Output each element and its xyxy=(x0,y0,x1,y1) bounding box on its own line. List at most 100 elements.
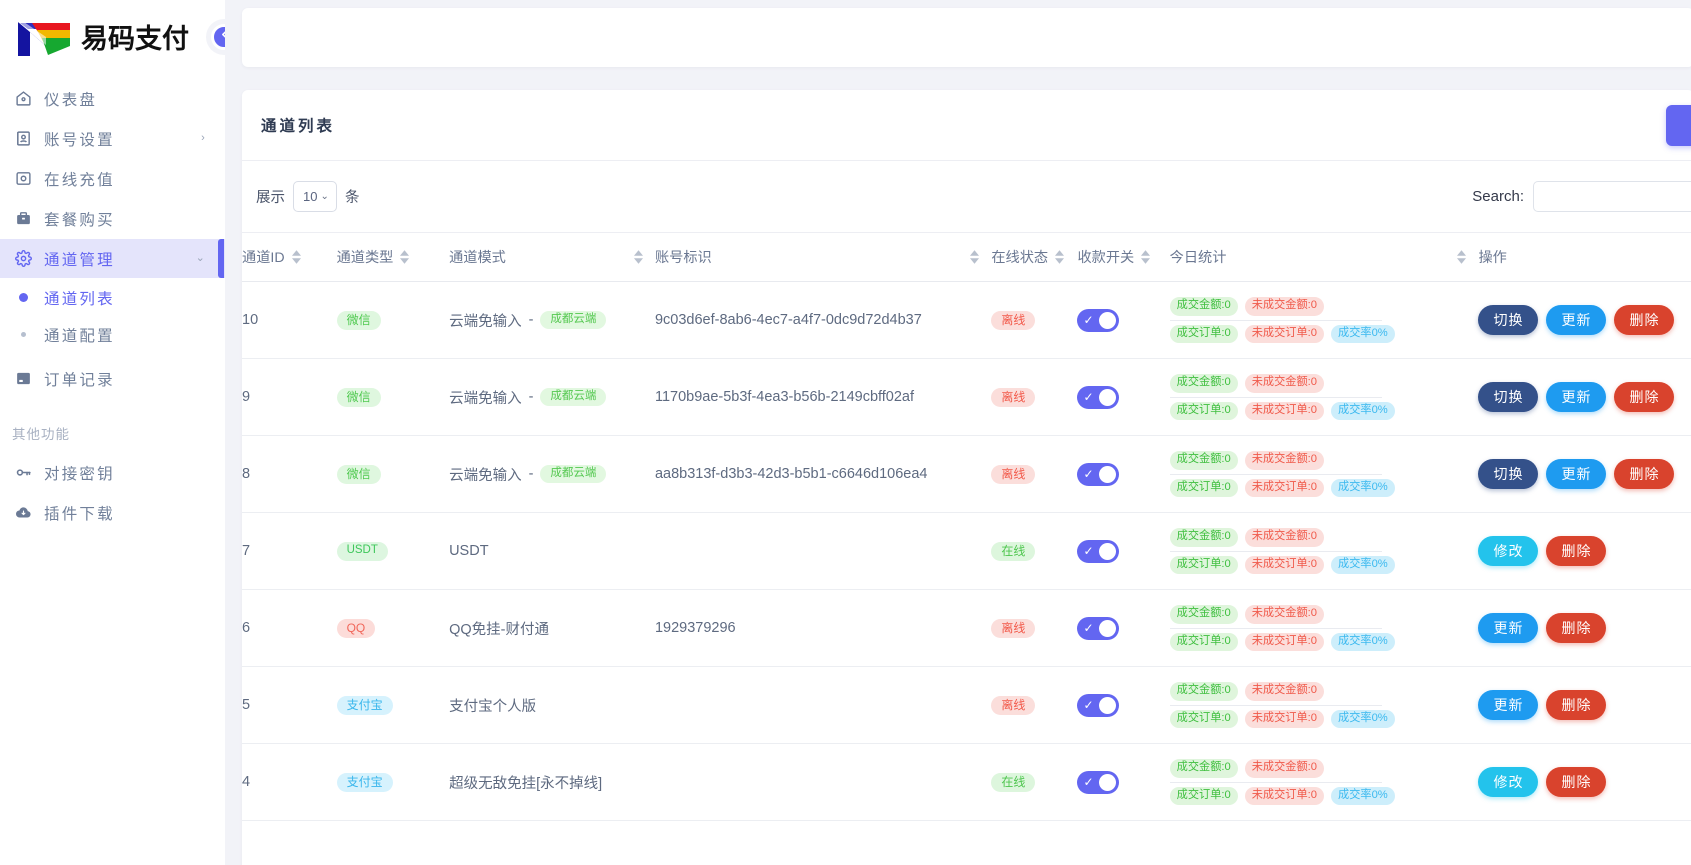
status-badge: 在线 xyxy=(991,542,1035,561)
stats-row-orders: 成交订单:0 未成交订单:0 成交率0% xyxy=(1170,783,1479,809)
cell-online-status: 离线 xyxy=(991,667,1077,744)
receive-toggle[interactable]: ✓ xyxy=(1077,771,1119,794)
cell-operations: 更新删除 xyxy=(1478,590,1691,667)
stats-row-amount: 成交金额:0 未成交金额:0 xyxy=(1170,370,1479,396)
receive-toggle[interactable]: ✓ xyxy=(1077,694,1119,717)
sort-icon[interactable] xyxy=(400,250,409,264)
stat-rate: 成交率0% xyxy=(1331,787,1395,805)
stats-row-amount: 成交金额:0 未成交金额:0 xyxy=(1170,293,1479,319)
cell-receive-switch: ✓ xyxy=(1077,436,1169,513)
sort-icon[interactable] xyxy=(634,250,643,264)
column-header-channel-mode[interactable]: 通道模式 xyxy=(449,233,655,282)
sidebar-item-channel-management[interactable]: 通道管理 ⌄ xyxy=(0,239,225,278)
receive-toggle[interactable]: ✓ xyxy=(1077,386,1119,409)
cell-online-status: 离线 xyxy=(991,359,1077,436)
sort-icon[interactable] xyxy=(1457,250,1466,264)
sidebar-item-order-records[interactable]: 订单记录 xyxy=(0,359,225,398)
cell-receive-switch: ✓ xyxy=(1077,667,1169,744)
page-length-select[interactable]: 10 ⌄ xyxy=(293,181,337,212)
cell-channel-id: 4 xyxy=(242,744,337,821)
column-header-today-stats[interactable]: 今日统计 xyxy=(1170,233,1479,282)
sidebar-item-dashboard[interactable]: 仪表盘 xyxy=(0,79,225,118)
action-delete-button[interactable]: 删除 xyxy=(1546,690,1606,720)
sidebar-item-api-key[interactable]: 对接密钥 xyxy=(0,453,225,492)
action-delete-button[interactable]: 删除 xyxy=(1614,382,1674,412)
sort-icon[interactable] xyxy=(1141,250,1150,264)
action-delete-button[interactable]: 删除 xyxy=(1614,305,1674,335)
show-suffix-label: 条 xyxy=(345,186,360,207)
stat-rate: 成交率0% xyxy=(1331,479,1395,497)
cell-channel-mode: 云端免输入- 成都云端 xyxy=(449,436,655,513)
action-delete-button[interactable]: 删除 xyxy=(1614,459,1674,489)
column-header-channel-id[interactable]: 通道ID xyxy=(242,233,337,282)
mode-tag: 成都云端 xyxy=(540,311,606,330)
search-input[interactable] xyxy=(1533,181,1691,212)
sidebar-subitem-channel-config[interactable]: 通道配置 xyxy=(0,316,225,353)
channel-type-badge: 支付宝 xyxy=(337,696,393,715)
column-label: 收款开关 xyxy=(1077,247,1134,267)
action-update-button[interactable]: 更新 xyxy=(1546,382,1606,412)
receive-toggle[interactable]: ✓ xyxy=(1077,463,1119,486)
stat-unsettled-amount: 未成交金额:0 xyxy=(1245,374,1324,392)
cell-channel-type: 微信 xyxy=(337,436,450,513)
cell-today-stats: 成交金额:0 未成交金额:0 成交订单:0 未成交订单:0 成交率0% xyxy=(1170,513,1479,590)
table-body: 10 微信 云端免输入- 成都云端 9c03d6ef-8ab6-4ec7-a4f… xyxy=(242,282,1691,821)
receive-toggle[interactable]: ✓ xyxy=(1077,309,1119,332)
channel-type-badge: 支付宝 xyxy=(337,773,393,792)
sort-icon[interactable] xyxy=(292,250,301,264)
status-badge: 离线 xyxy=(991,388,1035,407)
channel-type-badge: 微信 xyxy=(337,465,381,484)
action-edit-button[interactable]: 修改 xyxy=(1478,767,1538,797)
receive-toggle[interactable]: ✓ xyxy=(1077,540,1119,563)
column-header-receive-switch[interactable]: 收款开关 xyxy=(1077,233,1169,282)
receive-toggle[interactable]: ✓ xyxy=(1077,617,1119,640)
action-switch-button[interactable]: 切换 xyxy=(1478,305,1538,335)
action-delete-button[interactable]: 删除 xyxy=(1546,767,1606,797)
stats-row-orders: 成交订单:0 未成交订单:0 成交率0% xyxy=(1170,552,1479,578)
action-delete-button[interactable]: 删除 xyxy=(1546,536,1606,566)
sidebar-item-online-recharge[interactable]: 在线充值 xyxy=(0,159,225,198)
stat-amount: 成交金额:0 xyxy=(1170,759,1238,777)
cell-channel-mode: USDT xyxy=(449,513,655,590)
cell-receive-switch: ✓ xyxy=(1077,513,1169,590)
sort-icon[interactable] xyxy=(970,250,979,264)
stat-unsettled-amount: 未成交金额:0 xyxy=(1245,682,1324,700)
mode-separator: - xyxy=(529,312,534,328)
column-header-account-id[interactable]: 账号标识 xyxy=(655,233,991,282)
column-label: 操作 xyxy=(1478,247,1506,267)
sidebar-item-package-purchase[interactable]: 套餐购买 xyxy=(0,199,225,238)
page-length-control: 展示 10 ⌄ 条 xyxy=(256,181,360,212)
action-edit-button[interactable]: 修改 xyxy=(1478,536,1538,566)
sort-icon[interactable] xyxy=(1055,250,1064,264)
sidebar-section-label: 其他功能 xyxy=(0,399,225,453)
cell-receive-switch: ✓ xyxy=(1077,359,1169,436)
action-update-button[interactable]: 更新 xyxy=(1478,613,1538,643)
stat-unsettled-amount: 未成交金额:0 xyxy=(1245,759,1324,777)
sidebar-item-account-settings[interactable]: 账号设置 › xyxy=(0,119,225,158)
action-update-button[interactable]: 更新 xyxy=(1478,690,1538,720)
table-row: 6 QQ QQ免挂-财付通 1929379296 离线 ✓ 成交金额:0 未成交… xyxy=(242,590,1691,667)
column-header-channel-type[interactable]: 通道类型 xyxy=(337,233,450,282)
sidebar-subitem-channel-list[interactable]: 通道列表 xyxy=(0,279,225,316)
channel-type-badge: QQ xyxy=(337,619,376,638)
table-header-row: 通道ID 通道类型 xyxy=(242,233,1691,282)
stats-row-amount: 成交金额:0 未成交金额:0 xyxy=(1170,678,1479,704)
action-switch-button[interactable]: 切换 xyxy=(1478,459,1538,489)
row-actions: 切换更新删除 xyxy=(1478,305,1691,335)
page-title: 通道列表 xyxy=(261,114,335,136)
stat-unsettled-orders: 未成交订单:0 xyxy=(1245,787,1324,805)
mode-separator: - xyxy=(529,389,534,405)
stat-amount: 成交金额:0 xyxy=(1170,297,1238,315)
briefcase-icon xyxy=(12,208,34,230)
action-switch-button[interactable]: 切换 xyxy=(1478,382,1538,412)
action-update-button[interactable]: 更新 xyxy=(1546,305,1606,335)
action-update-button[interactable]: 更新 xyxy=(1546,459,1606,489)
toggle-knob xyxy=(1099,543,1116,560)
table-row: 5 支付宝 支付宝个人版 离线 ✓ 成交金额:0 未成交金额:0 xyxy=(242,667,1691,744)
column-header-online-status[interactable]: 在线状态 xyxy=(991,233,1077,282)
add-channel-button[interactable]: + 新增 xyxy=(1666,105,1691,146)
action-delete-button[interactable]: 删除 xyxy=(1546,613,1606,643)
stat-unsettled-amount: 未成交金额:0 xyxy=(1245,528,1324,546)
sidebar-item-plugin-download[interactable]: 插件下载 xyxy=(0,493,225,532)
cell-online-status: 离线 xyxy=(991,282,1077,359)
